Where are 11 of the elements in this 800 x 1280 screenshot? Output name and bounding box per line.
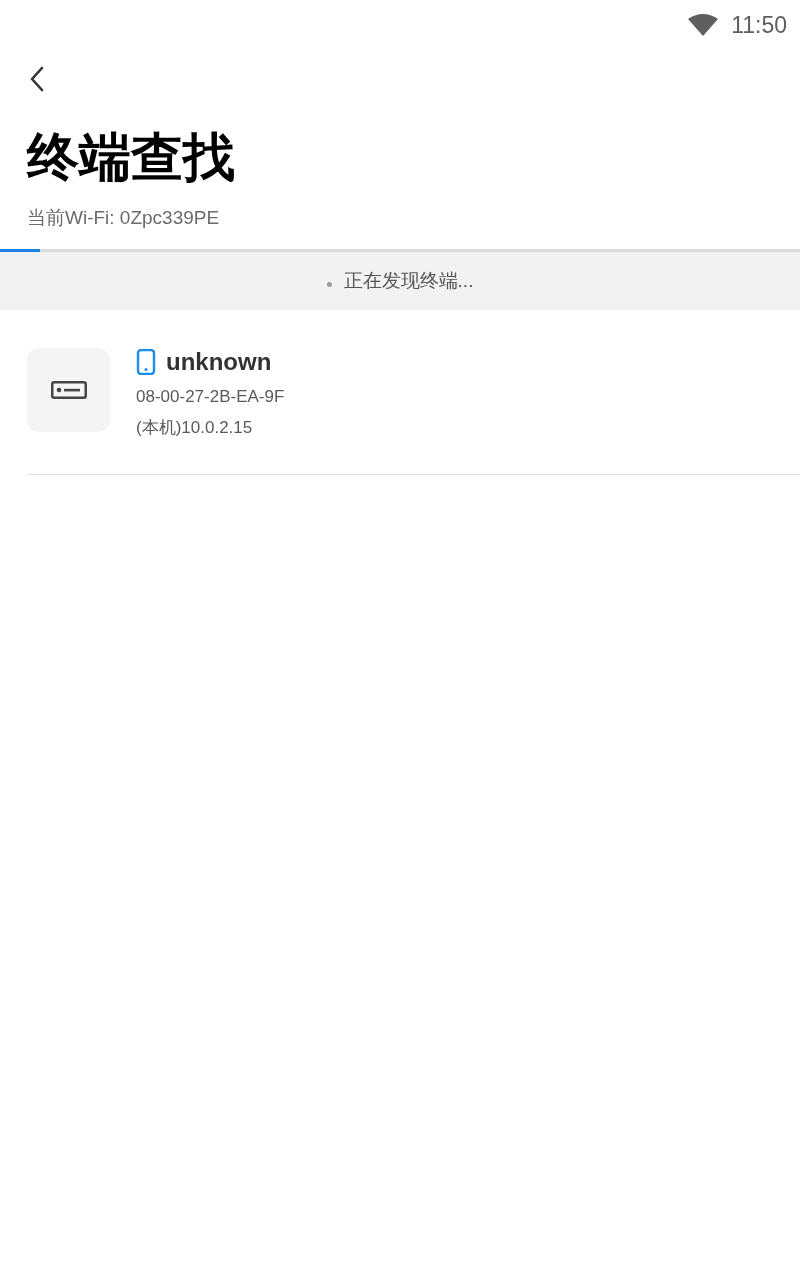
status-time: 11:50 bbox=[731, 13, 787, 37]
device-name: unknown bbox=[166, 348, 272, 376]
phone-icon bbox=[136, 349, 156, 375]
spinner-icon bbox=[326, 281, 332, 287]
page-title: 终端查找 bbox=[27, 127, 236, 188]
scan-status-text: 正在发现终端... bbox=[343, 268, 474, 293]
wifi-icon bbox=[688, 14, 719, 36]
wifi-name-text: 当前Wi-Fi: 0Zpc339PE bbox=[27, 206, 221, 230]
card-icon bbox=[50, 381, 87, 399]
mac-address-text: 08-00-27-2B-EA-9F bbox=[136, 386, 285, 408]
ip-address-text: (本机)10.0.2.15 bbox=[136, 417, 254, 439]
